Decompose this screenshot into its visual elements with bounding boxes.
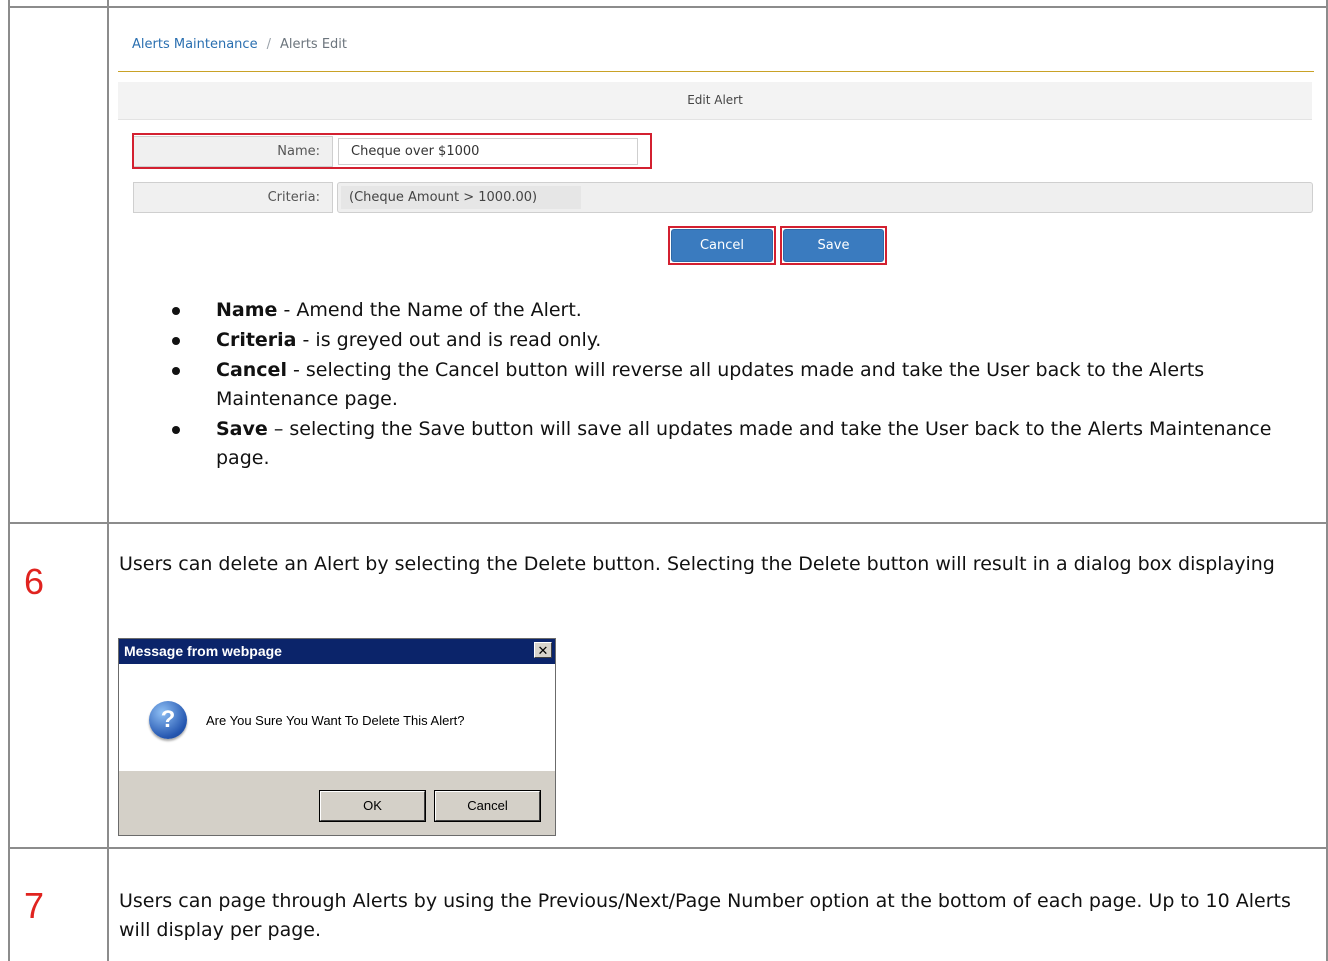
bullet-text: - selecting the Cancel button will rever…: [216, 359, 1205, 410]
step-number-7: 7: [24, 885, 45, 926]
bullet-text: - Amend the Name of the Alert.: [277, 299, 582, 321]
bullet-icon: [172, 337, 180, 345]
list-item: Cancel - selecting the Cancel button wil…: [168, 356, 1318, 414]
step-6-text: Users can delete an Alert by selecting t…: [119, 553, 1275, 575]
bullet-text: - is greyed out and is read only.: [296, 329, 602, 351]
cancel-button[interactable]: Cancel: [671, 229, 773, 262]
panel-title: Edit Alert: [118, 82, 1312, 120]
field-descriptions-list: Name - Amend the Name of the Alert. Crit…: [168, 296, 1318, 474]
name-highlight-box: [132, 133, 652, 169]
breadcrumb-current: Alerts Edit: [279, 37, 347, 52]
save-button[interactable]: Save: [783, 229, 884, 262]
breadcrumb-separator: /: [266, 37, 271, 52]
confirm-delete-dialog: Message from webpage ✕ ? Are You Sure Yo…: [118, 638, 556, 836]
dialog-title: Message from webpage: [119, 639, 555, 664]
breadcrumb: Alerts Maintenance / Alerts Edit: [132, 37, 347, 52]
close-icon[interactable]: ✕: [534, 642, 552, 658]
table-border-left: [8, 0, 10, 961]
bullet-term: Cancel: [216, 359, 287, 381]
step-number-6: 6: [24, 561, 45, 602]
bullet-text: – selecting the Save button will save al…: [216, 418, 1272, 469]
dialog-cancel-button[interactable]: Cancel: [434, 790, 541, 822]
table-row-divider: [8, 847, 1328, 849]
criteria-value: (Cheque Amount > 1000.00): [341, 186, 581, 209]
criteria-label: Criteria:: [133, 182, 333, 213]
bullet-icon: [172, 307, 180, 315]
bullet-term: Save: [216, 418, 268, 440]
question-icon: ?: [149, 701, 187, 739]
list-item: Name - Amend the Name of the Alert.: [168, 296, 1318, 325]
bullet-term: Criteria: [216, 329, 297, 351]
ok-button[interactable]: OK: [319, 790, 426, 822]
list-item: Save – selecting the Save button will sa…: [168, 415, 1318, 473]
table-row-divider: [8, 522, 1328, 524]
table-border-top: [8, 6, 1328, 8]
bullet-icon: [172, 367, 180, 375]
breadcrumb-link-alerts-maintenance[interactable]: Alerts Maintenance: [132, 37, 258, 52]
dialog-message: Are You Sure You Want To Delete This Ale…: [206, 713, 465, 728]
list-item: Criteria - is greyed out and is read onl…: [168, 326, 1318, 355]
bullet-icon: [172, 426, 180, 434]
breadcrumb-divider: [118, 71, 1314, 72]
bullet-term: Name: [216, 299, 278, 321]
table-column-divider: [107, 0, 109, 961]
step-7-text: Users can page through Alerts by using t…: [119, 890, 1291, 941]
